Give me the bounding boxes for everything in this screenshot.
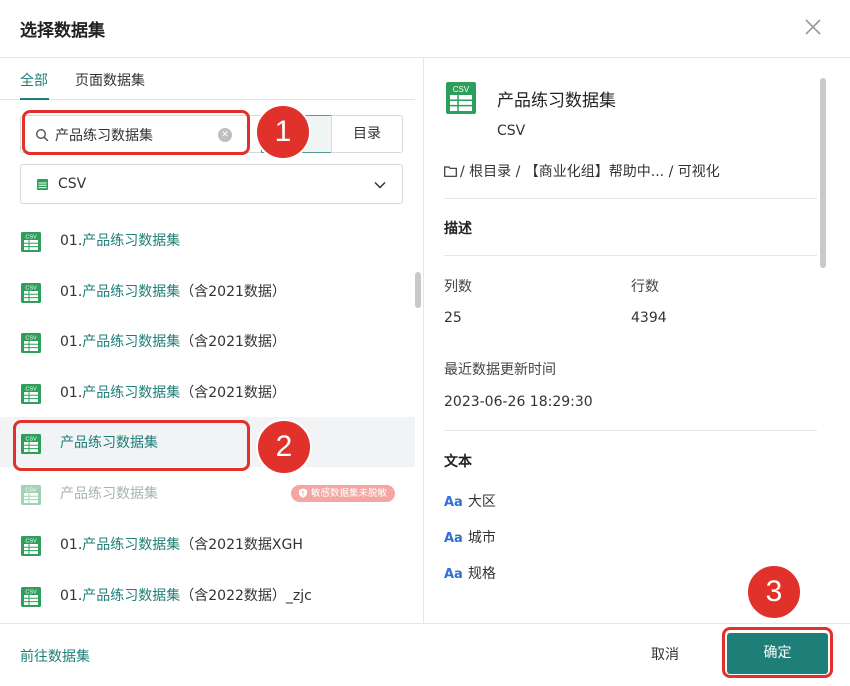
svg-text:CSV: CSV bbox=[25, 336, 37, 342]
csv-file-icon: CSV bbox=[21, 333, 41, 353]
svg-text:CSV: CSV bbox=[25, 488, 37, 494]
svg-text:CSV: CSV bbox=[453, 85, 470, 94]
dataset-list-item[interactable]: CSV 01.产品练习数据集（含2022数据）_zjc bbox=[0, 570, 415, 620]
dialog-title: 选择数据集 bbox=[20, 21, 105, 41]
csv-file-icon: CSV bbox=[21, 485, 41, 505]
svg-text:CSV: CSV bbox=[25, 387, 37, 393]
text-type-icon: Aa bbox=[444, 567, 463, 582]
csv-file-icon: CSV bbox=[21, 232, 41, 252]
dialog-header: 选择数据集 bbox=[0, 0, 850, 58]
annotation-box-search bbox=[22, 110, 250, 155]
last-updated-value: 2023-06-26 18:29:30 bbox=[444, 394, 593, 410]
rows-label: 行数 bbox=[631, 279, 659, 295]
toggle-directory-button[interactable]: 目录 bbox=[331, 115, 403, 153]
field-item: Aa 规格 bbox=[444, 566, 496, 582]
dataset-list-item-label: 01.产品练习数据集（含2021数据XGH bbox=[60, 537, 303, 553]
dataset-list-item-label: 产品练习数据集 bbox=[60, 486, 158, 502]
svg-text:CSV: CSV bbox=[25, 590, 37, 596]
path-text: / 根目录 / 【商业化组】帮助中... / 可视化 bbox=[460, 164, 720, 180]
text-type-icon: Aa bbox=[444, 495, 463, 510]
active-tab-indicator bbox=[20, 98, 49, 100]
svg-text:CSV: CSV bbox=[25, 539, 37, 545]
table-icon bbox=[37, 179, 48, 190]
cancel-button[interactable]: 取消 bbox=[628, 637, 702, 673]
field-item: Aa 城市 bbox=[444, 530, 496, 546]
divider bbox=[444, 255, 817, 256]
dataset-list-item-label: 01.产品练习数据集（含2021数据） bbox=[60, 385, 286, 401]
dataset-list-item[interactable]: CSV 01.产品练习数据集（含2021数据） bbox=[0, 316, 415, 366]
dataset-list-item-label: 01.产品练习数据集（含2021数据） bbox=[60, 284, 286, 300]
csv-file-icon: CSV bbox=[21, 384, 41, 404]
dataset-list-item-label: 01.产品练习数据集（含2021数据） bbox=[60, 334, 286, 350]
columns-label: 列数 bbox=[444, 279, 472, 295]
csv-file-icon: CSV bbox=[21, 587, 41, 607]
rows-value: 4394 bbox=[631, 310, 667, 326]
svg-text:CSV: CSV bbox=[25, 235, 37, 241]
dataset-name: 产品练习数据集 bbox=[497, 91, 616, 111]
dataset-list-item[interactable]: CSV 产品练习数据集 敏感数据集未脱敏 bbox=[0, 468, 415, 518]
detail-scrollbar[interactable] bbox=[820, 78, 826, 268]
chevron-down-icon bbox=[374, 181, 386, 189]
text-section-title: 文本 bbox=[444, 454, 472, 470]
description-title: 描述 bbox=[444, 221, 472, 237]
dataset-path: / 根目录 / 【商业化组】帮助中... / 可视化 bbox=[444, 161, 720, 181]
dataset-list-item[interactable]: CSV 01.产品练习数据集（含2021数据） bbox=[0, 367, 415, 417]
sensitive-data-badge: 敏感数据集未脱敏 bbox=[290, 485, 395, 502]
csv-file-icon: CSV bbox=[21, 536, 41, 556]
divider bbox=[444, 430, 817, 431]
dataset-list-item-label: 01.产品练习数据集 bbox=[60, 233, 181, 249]
dataset-list-item[interactable]: CSV 01.产品练习数据集（含2021数据） bbox=[0, 266, 415, 316]
svg-text:CSV: CSV bbox=[25, 286, 37, 292]
dataset-type: CSV bbox=[497, 123, 526, 139]
annotation-box-confirm bbox=[722, 627, 833, 678]
folder-icon bbox=[444, 166, 457, 177]
tab-all[interactable]: 全部 bbox=[20, 70, 48, 90]
dataset-type-select[interactable]: CSV bbox=[20, 164, 403, 204]
csv-file-icon: CSV bbox=[21, 283, 41, 303]
step-marker-1: 1 bbox=[255, 104, 311, 160]
close-icon[interactable] bbox=[802, 16, 824, 38]
dataset-list-item[interactable]: CSV 01.产品练习数据集 bbox=[0, 215, 415, 265]
step-marker-2: 2 bbox=[256, 419, 312, 475]
last-updated-label: 最近数据更新时间 bbox=[444, 362, 556, 378]
dataset-list-item-label: 01.产品练习数据集（含2022数据）_zjc bbox=[60, 588, 312, 604]
dataset-type-value: CSV bbox=[58, 176, 87, 192]
dataset-list: CSV 01.产品练习数据集 CSV 01.产品练习数据集（含2021数据） CSV 01… bbox=[0, 215, 415, 623]
divider bbox=[444, 198, 817, 199]
annotation-box-item bbox=[13, 420, 250, 471]
go-to-datasets-link[interactable]: 前往数据集 bbox=[20, 646, 90, 666]
tab-page-datasets[interactable]: 页面数据集 bbox=[75, 70, 145, 90]
csv-file-icon: CSV bbox=[446, 82, 476, 114]
dataset-list-item[interactable]: CSV 01.产品练习数据集（含2021数据XGH bbox=[0, 519, 415, 569]
text-type-icon: Aa bbox=[444, 531, 463, 546]
step-marker-3: 3 bbox=[746, 564, 802, 620]
field-item: Aa 大区 bbox=[444, 494, 496, 510]
list-scrollbar[interactable] bbox=[415, 272, 421, 308]
columns-value: 25 bbox=[444, 310, 462, 326]
tab-bar: 全部 页面数据集 bbox=[0, 58, 415, 100]
shield-alert-icon bbox=[298, 488, 307, 498]
